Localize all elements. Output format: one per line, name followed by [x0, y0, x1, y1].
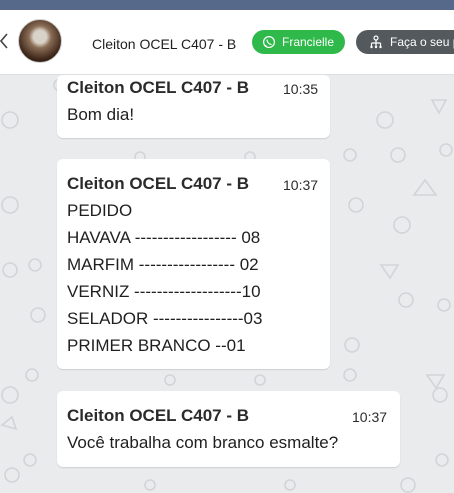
message-text-line: MARFIM ----------------- 02	[67, 255, 259, 274]
message-bubble[interactable]: Cleiton OCEL C407 - B 10:37 PEDIDO HAVAV…	[57, 159, 330, 369]
whatsapp-icon	[262, 35, 276, 49]
message-text: Você trabalha com branco esmalte?	[67, 433, 339, 452]
message-bubble[interactable]: Cleiton OCEL C407 - B 10:37 Você trabalh…	[57, 391, 400, 467]
message-time: 10:35	[283, 81, 319, 97]
message-time: 10:37	[352, 409, 388, 425]
message-time: 10:37	[283, 177, 319, 193]
message-text-line: HAVAVA ------------------ 08	[67, 228, 261, 247]
contact-avatar[interactable]	[18, 19, 62, 63]
flow-hierarchy-icon	[370, 35, 382, 49]
message-text: Bom dia!	[67, 105, 135, 124]
window-top-strip	[0, 0, 454, 10]
contact-name[interactable]: Cleiton OCEL C407 - B	[92, 36, 236, 52]
assigned-agent-button[interactable]: Francielle	[252, 30, 345, 54]
message-text-line: PRIMER BRANCO --01	[67, 336, 246, 355]
message-text-line: VERNIZ -------------------10	[67, 282, 261, 301]
message-sender: Cleiton OCEL C407 - B	[67, 78, 249, 97]
message-sender: Cleiton OCEL C407 - B	[67, 174, 249, 193]
chat-header: Cleiton OCEL C407 - B Francielle Faça o …	[0, 10, 454, 75]
message-text-line: SELADOR ----------------03	[67, 309, 263, 328]
flow-button[interactable]: Faça o seu p	[356, 30, 454, 54]
assigned-agent-label: Francielle	[282, 35, 335, 49]
message-bubble[interactable]: Cleiton OCEL C407 - B 10:35 Bom dia!	[57, 75, 330, 138]
flow-button-label: Faça o seu p	[390, 35, 454, 49]
message-text-line: PEDIDO	[67, 201, 133, 220]
message-sender: Cleiton OCEL C407 - B	[67, 406, 249, 425]
back-arrow-icon[interactable]	[0, 32, 8, 50]
chat-message-area[interactable]: Cleiton OCEL C407 - B 10:35 Bom dia! Cle…	[0, 75, 454, 493]
